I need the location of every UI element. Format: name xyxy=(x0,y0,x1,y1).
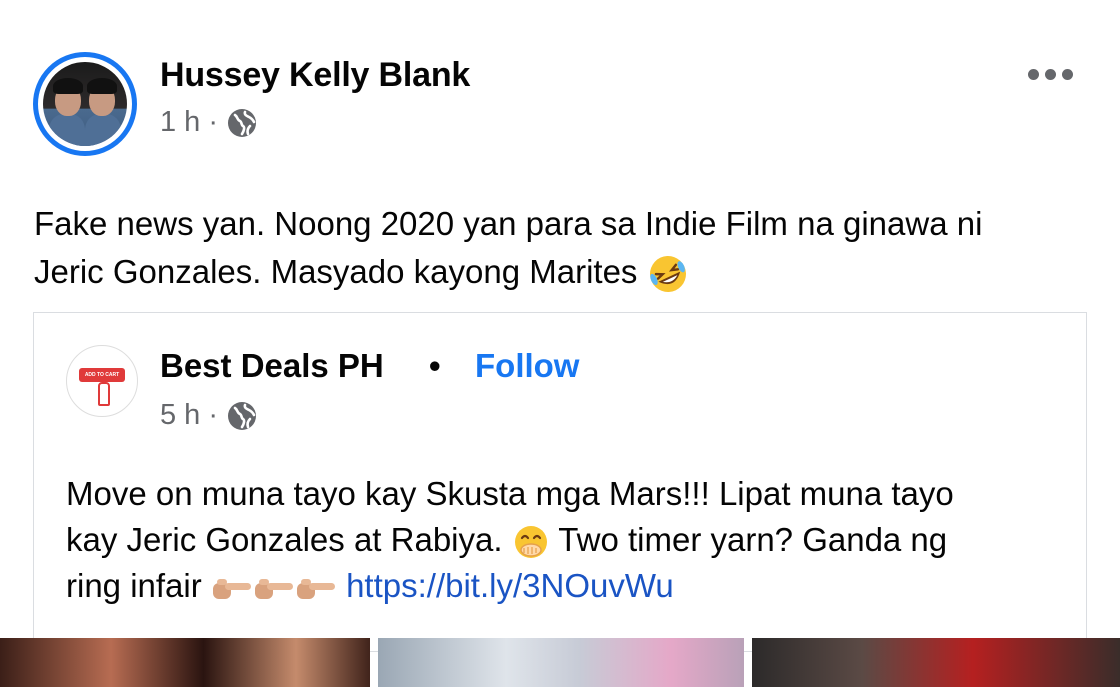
photo-2[interactable] xyxy=(378,638,744,687)
shared-post-body: Move on muna tayo kay Skusta mga Mars!!!… xyxy=(66,471,1066,609)
post-meta: 1 h · xyxy=(160,106,258,139)
rolling-laughing-emoji xyxy=(649,256,686,293)
shared-text-line1: Move on muna tayo kay Skusta mga Mars!!!… xyxy=(66,475,954,512)
more-options-button[interactable] xyxy=(1028,62,1074,86)
more-horizontal-icon xyxy=(1028,68,1039,80)
post-text-line2: Jeric Gonzales. Masyado kayong Marites xyxy=(34,253,638,290)
shared-meta: 5 h · xyxy=(160,399,258,432)
post-body: Fake news yan. Noong 2020 yan para sa In… xyxy=(34,200,1104,296)
more-dot xyxy=(1045,68,1056,80)
pointing-right-emoji xyxy=(296,579,335,600)
globe-icon[interactable] xyxy=(226,107,258,139)
avatar-photo xyxy=(43,62,127,146)
pointing-emojis xyxy=(211,567,346,604)
more-dot xyxy=(1062,68,1073,80)
author-avatar[interactable] xyxy=(33,52,137,156)
shared-text-line2b: Two timer yarn? Ganda ng xyxy=(558,521,948,558)
shared-post-card[interactable]: ADD TO CART Best Deals PH • Follow 5 h ·… xyxy=(33,312,1087,652)
shared-text-line3: ring infair xyxy=(66,567,202,604)
shared-link[interactable]: https://bit.ly/3NOuvWu xyxy=(346,567,674,604)
pointing-right-emoji xyxy=(254,579,293,600)
photo-grid xyxy=(0,638,1120,687)
shared-text-line2a: kay Jeric Gonzales at Rabiya. xyxy=(66,521,503,558)
meta-separator: · xyxy=(208,399,218,431)
avatar-figure-right xyxy=(85,114,121,146)
pointing-right-emoji xyxy=(212,579,251,600)
page-logo[interactable]: ADD TO CART xyxy=(66,345,138,417)
globe-icon[interactable] xyxy=(226,400,258,432)
name-follow-separator: • xyxy=(429,347,441,384)
photo-1[interactable] xyxy=(0,638,370,687)
avatar-hair-left xyxy=(53,78,83,94)
avatar-hair-right xyxy=(87,78,117,94)
photo-3[interactable] xyxy=(752,638,1120,687)
pointer-finger-icon xyxy=(98,382,110,406)
post-timestamp[interactable]: 1 h xyxy=(160,106,200,139)
giggling-emoji xyxy=(514,526,547,559)
follow-button[interactable]: Follow xyxy=(475,347,579,385)
shared-timestamp[interactable]: 5 h xyxy=(160,399,200,432)
shared-page-name[interactable]: Best Deals PH xyxy=(160,347,384,385)
post-text-line1: Fake news yan. Noong 2020 yan para sa In… xyxy=(34,205,983,242)
post-author-name[interactable]: Hussey Kelly Blank xyxy=(160,56,470,95)
meta-separator: · xyxy=(208,106,218,138)
add-to-cart-logo-text: ADD TO CART xyxy=(79,368,125,382)
avatar-figure-left xyxy=(49,114,85,146)
